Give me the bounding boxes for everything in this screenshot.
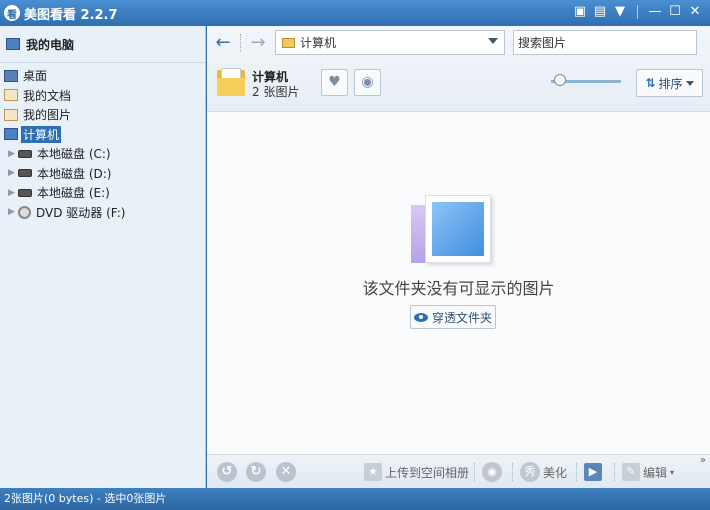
- image-count: 2 张图片: [252, 85, 300, 99]
- rotate-left-icon[interactable]: ↺: [217, 462, 237, 482]
- upload-album-button[interactable]: ★ 上传到空间相册: [364, 461, 469, 483]
- eye-icon: [413, 312, 428, 322]
- hard-drive-icon: [18, 169, 32, 178]
- empty-folder-message: 该文件夹没有可显示的图片: [362, 279, 555, 298]
- pictures-icon: [4, 108, 18, 121]
- sidebar: 我的电脑 桌面 我的文档 我的图片 计算机 ▶ 本地磁盘 (C:) ▶ 本地磁盘…: [0, 26, 206, 488]
- close-icon[interactable]: ✕: [686, 3, 704, 21]
- chevron-down-icon: ▾: [670, 467, 675, 477]
- toolbar-separator: [474, 463, 475, 481]
- beautify-label: 美化: [543, 465, 568, 480]
- tree-item-label: 我的图片: [23, 108, 72, 123]
- chevron-down-icon: [685, 80, 694, 86]
- tree-item-label: 我的文档: [23, 88, 72, 103]
- tree-item-label: 本地磁盘 (C:): [37, 147, 111, 162]
- window-controls: ▣ ▤ ▼ — ☐ ✕: [571, 3, 704, 21]
- app-logo: 看: [4, 5, 20, 21]
- minimize-icon[interactable]: —: [646, 3, 664, 21]
- app-title: 美图看看 2.2.7: [24, 7, 118, 23]
- sidebar-item-documents[interactable]: 我的文档: [0, 86, 206, 106]
- edit-button[interactable]: ✎ 编辑 ▾: [622, 461, 674, 483]
- maximize-icon[interactable]: ☐: [666, 3, 684, 21]
- address-bar[interactable]: 计算机: [275, 30, 505, 55]
- folder-icon: [217, 68, 245, 96]
- tree-item-label: DVD 驱动器 (F:): [36, 205, 126, 220]
- sidebar-item-drive-e[interactable]: ▶ 本地磁盘 (E:): [0, 183, 206, 203]
- slideshow-button[interactable]: ▶: [584, 461, 602, 483]
- sidebar-item-drive-d[interactable]: ▶ 本地磁盘 (D:): [0, 164, 206, 184]
- toolbar-separator: [576, 463, 577, 481]
- folder-icon: [282, 37, 295, 48]
- through-folder-label: 穿透文件夹: [431, 310, 492, 325]
- toolbar: ← → 计算机 计算机 2 张图片 ♥ ◉ ⇅ 排序: [207, 26, 710, 112]
- zoom-slider-handle[interactable]: [554, 74, 566, 86]
- main-panel: ← → 计算机 计算机 2 张图片 ♥ ◉ ⇅ 排序 该文件夹没有可: [207, 26, 710, 488]
- my-computer-icon: [6, 38, 20, 50]
- status-bar: 2张图片(0 bytes) - 选中0张图片: [0, 488, 710, 510]
- menu-icon[interactable]: ▤: [591, 3, 609, 21]
- empty-images-icon: [411, 195, 491, 263]
- nav-separator: [240, 34, 241, 52]
- beautify-icon: 秀: [520, 462, 540, 482]
- desktop-icon: [4, 69, 18, 82]
- view-eye-icon[interactable]: ◉: [354, 69, 381, 96]
- delete-icon[interactable]: ✕: [276, 462, 296, 482]
- upload-icon: ★: [364, 463, 382, 481]
- sidebar-item-drive-c[interactable]: ▶ 本地磁盘 (C:): [0, 144, 206, 164]
- dvd-drive-icon: [18, 205, 31, 219]
- sidebar-item-computer[interactable]: 计算机: [0, 125, 206, 145]
- address-text: 计算机: [300, 36, 337, 50]
- edit-label: 编辑: [643, 465, 668, 480]
- toolbar-separator: [512, 463, 513, 481]
- sidebar-header[interactable]: 我的电脑: [0, 26, 205, 63]
- rotate-right-icon[interactable]: ↻: [246, 462, 266, 482]
- beautify-button[interactable]: 秀 美化: [520, 461, 567, 483]
- title-separator: [637, 5, 638, 19]
- bottom-toolbar: ↺ ↻ ✕ ★ 上传到空间相册 ◉ 秀 美化 ▶ ✎ 编辑 ▾ »: [207, 454, 710, 488]
- favorite-heart-icon[interactable]: ♥: [321, 69, 348, 96]
- through-folder-button[interactable]: 穿透文件夹: [410, 305, 496, 329]
- image-area: 该文件夹没有可显示的图片 穿透文件夹: [207, 113, 710, 453]
- toolbar-separator: [614, 463, 615, 481]
- hard-drive-icon: [18, 188, 32, 197]
- computer-icon: [4, 128, 18, 141]
- hard-drive-icon: [18, 149, 32, 158]
- sort-button[interactable]: ⇅ 排序: [636, 69, 703, 97]
- sort-label: 排序: [658, 76, 683, 91]
- sidebar-item-desktop[interactable]: 桌面: [0, 66, 206, 86]
- weibo-share-button[interactable]: ◉: [482, 461, 502, 483]
- tree-item-label: 本地磁盘 (E:): [37, 186, 110, 201]
- upload-label: 上传到空间相册: [385, 465, 470, 480]
- slideshow-icon: ▶: [584, 463, 602, 481]
- title-bar: 看 美图看看 2.2.7 ▣ ▤ ▼ — ☐ ✕: [0, 0, 710, 26]
- folder-tree: 桌面 我的文档 我的图片 计算机 ▶ 本地磁盘 (C:) ▶ 本地磁盘 (D:)…: [0, 66, 206, 222]
- tree-item-label: 桌面: [23, 69, 48, 84]
- expand-arrow-icon[interactable]: ▶: [8, 149, 18, 159]
- expand-arrow-icon[interactable]: ▶: [8, 188, 18, 198]
- expand-arrow-icon[interactable]: ▶: [8, 168, 18, 178]
- forward-arrow-icon[interactable]: →: [247, 32, 269, 54]
- tree-item-label: 本地磁盘 (D:): [37, 166, 112, 181]
- sidebar-item-drive-f[interactable]: ▶ DVD 驱动器 (F:): [0, 203, 206, 223]
- sidebar-header-label: 我的电脑: [26, 37, 75, 52]
- sidebar-item-pictures[interactable]: 我的图片: [0, 105, 206, 125]
- sort-icon: ⇅: [645, 76, 656, 90]
- weibo-icon: ◉: [482, 462, 502, 482]
- tree-item-label: 计算机: [21, 125, 62, 143]
- address-dropdown-icon[interactable]: [488, 38, 498, 44]
- skin-icon[interactable]: ▼: [611, 3, 629, 21]
- expand-arrow-icon[interactable]: ▶: [8, 207, 18, 217]
- edit-icon: ✎: [622, 463, 640, 481]
- back-arrow-icon[interactable]: ←: [212, 32, 234, 54]
- chat-icon[interactable]: ▣: [571, 3, 589, 21]
- more-icon[interactable]: »: [700, 455, 706, 466]
- search-input[interactable]: [513, 30, 697, 55]
- documents-icon: [4, 89, 18, 102]
